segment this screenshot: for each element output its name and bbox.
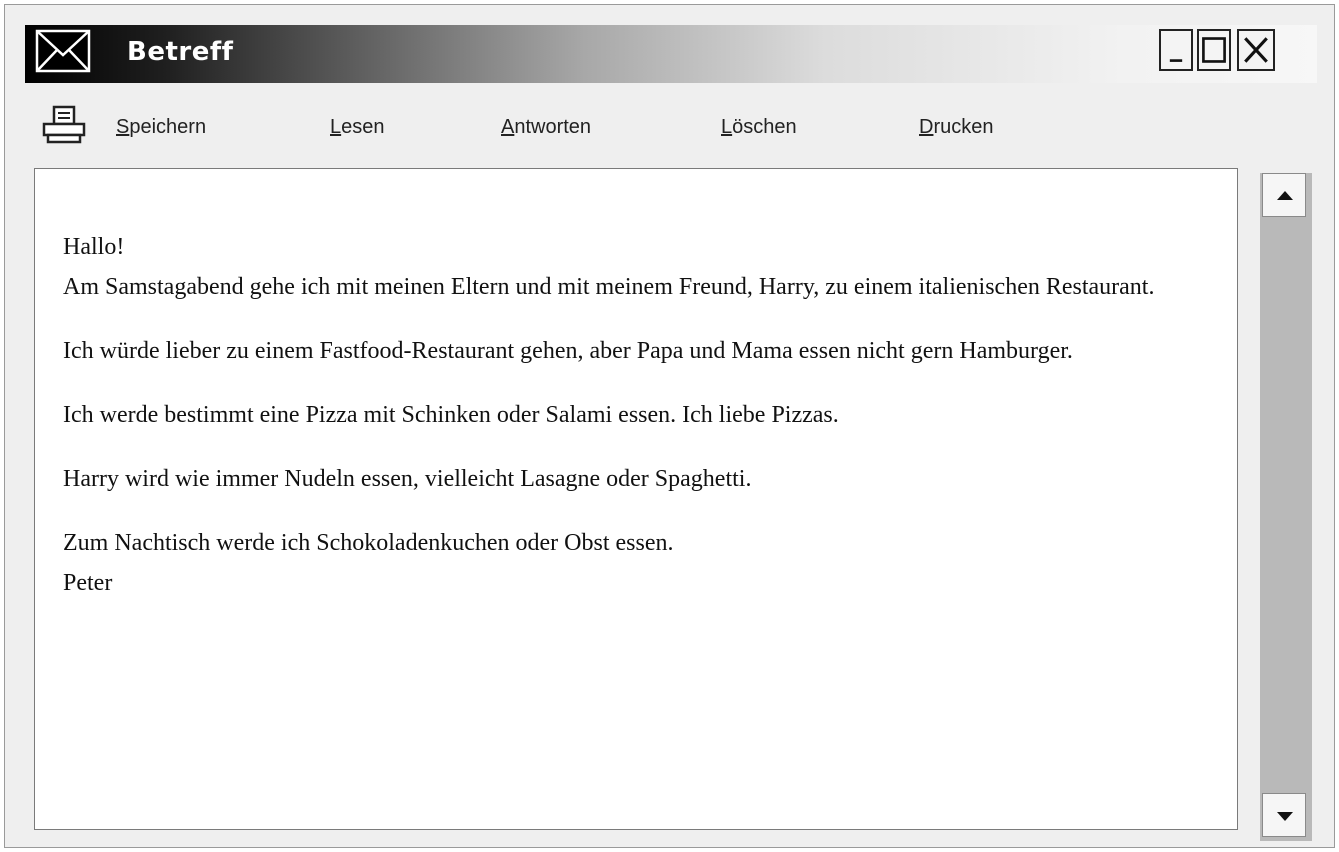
print-menu-item[interactable]: Drucken (919, 115, 993, 139)
minimize-button[interactable] (1159, 29, 1193, 71)
maximize-icon (1202, 37, 1226, 63)
read-label: esen (341, 116, 385, 138)
minimize-icon (1169, 59, 1183, 62)
window-title: Betreff (127, 37, 234, 67)
paragraph: Am Samstagabend gehe ich mit meinen Elte… (63, 274, 1155, 300)
signature: Peter (63, 570, 113, 596)
maximize-button[interactable] (1197, 29, 1231, 71)
paragraph: Ich werde bestimmt eine Pizza mit Schink… (63, 402, 839, 428)
read-menu-item[interactable]: Lesen (330, 115, 385, 139)
paragraph: Ich würde lieber zu einem Fastfood-Resta… (63, 338, 1073, 364)
message-body[interactable]: Hallo! Am Samstagabend gehe ich mit mein… (34, 168, 1238, 830)
mail-window: Betreff Speichern Lesen Antworten Lösche… (4, 4, 1335, 848)
reply-menu-item[interactable]: Antworten (501, 115, 591, 139)
paragraph: Harry wird wie immer Nudeln essen, viell… (63, 466, 752, 492)
toolbar: Speichern Lesen Antworten Löschen Drucke… (35, 105, 1135, 145)
delete-label: öschen (732, 116, 797, 138)
save-label: peichern (129, 116, 207, 138)
close-icon (1244, 37, 1268, 63)
title-bar[interactable]: Betreff (25, 25, 1317, 83)
arrow-down-icon (1277, 812, 1293, 821)
delete-mnemonic: L (721, 116, 733, 138)
scroll-up-button[interactable] (1262, 173, 1306, 217)
print-label: rucken (933, 116, 994, 138)
save-menu-item[interactable]: Speichern (116, 115, 206, 139)
vertical-scrollbar[interactable] (1260, 173, 1312, 841)
greeting: Hallo! (63, 234, 125, 260)
delete-menu-item[interactable]: Löschen (721, 115, 797, 139)
reply-mnemonic: A (501, 116, 515, 138)
letter-text: Hallo! Am Samstagabend gehe ich mit mein… (63, 231, 1213, 599)
print-mnemonic: D (919, 116, 934, 138)
paragraph: Zum Nachtisch werde ich Schokoladenkuche… (63, 530, 674, 556)
read-mnemonic: L (330, 116, 342, 138)
save-mnemonic: S (116, 116, 130, 138)
printer-icon[interactable] (41, 105, 89, 145)
envelope-icon (35, 29, 91, 73)
close-button[interactable] (1237, 29, 1275, 71)
scroll-down-button[interactable] (1262, 793, 1306, 837)
reply-label: ntworten (514, 116, 592, 138)
arrow-up-icon (1277, 191, 1293, 200)
